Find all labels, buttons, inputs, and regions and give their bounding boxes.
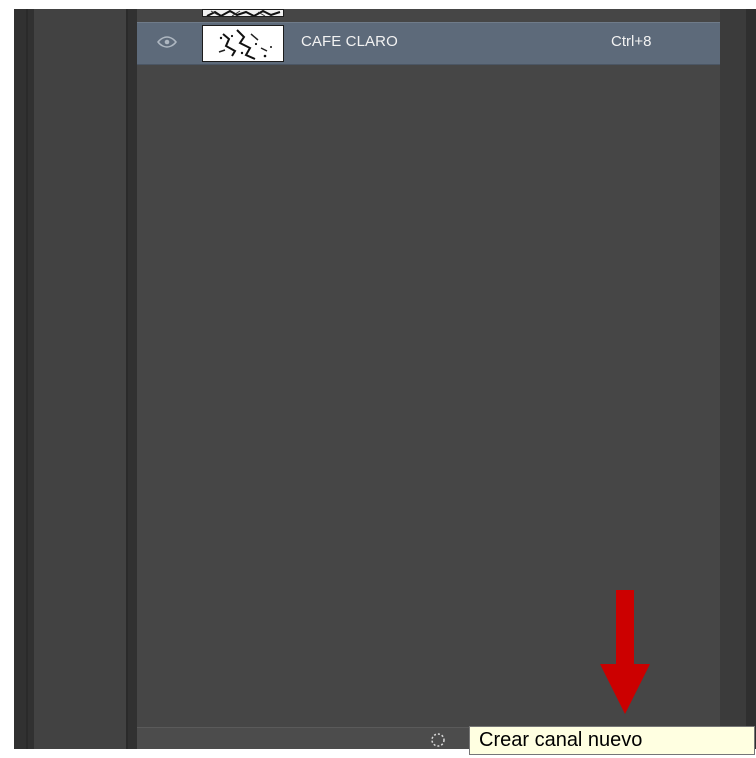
photoshop-channels-screen: CAFE CLARO Ctrl+8 Crear canal nuevo [0, 0, 756, 758]
eye-icon[interactable] [157, 36, 177, 48]
create-channel-tooltip: Crear canal nuevo [469, 726, 755, 755]
left-dock-divider [26, 9, 28, 749]
channel-thumbnail-cafe-claro[interactable] [202, 25, 284, 62]
channel-name: CAFE CLARO [301, 33, 398, 50]
arrow-down-icon [600, 590, 650, 714]
channel-shortcut: Ctrl+8 [611, 33, 652, 50]
right-panel-edge [746, 9, 756, 749]
selection-icon[interactable] [429, 731, 447, 749]
previous-channel-thumbnail[interactable] [202, 9, 284, 17]
previous-channel-thumbnail-art [203, 10, 283, 16]
left-dock-panel [34, 9, 128, 749]
channel-thumbnail-art [203, 26, 283, 61]
